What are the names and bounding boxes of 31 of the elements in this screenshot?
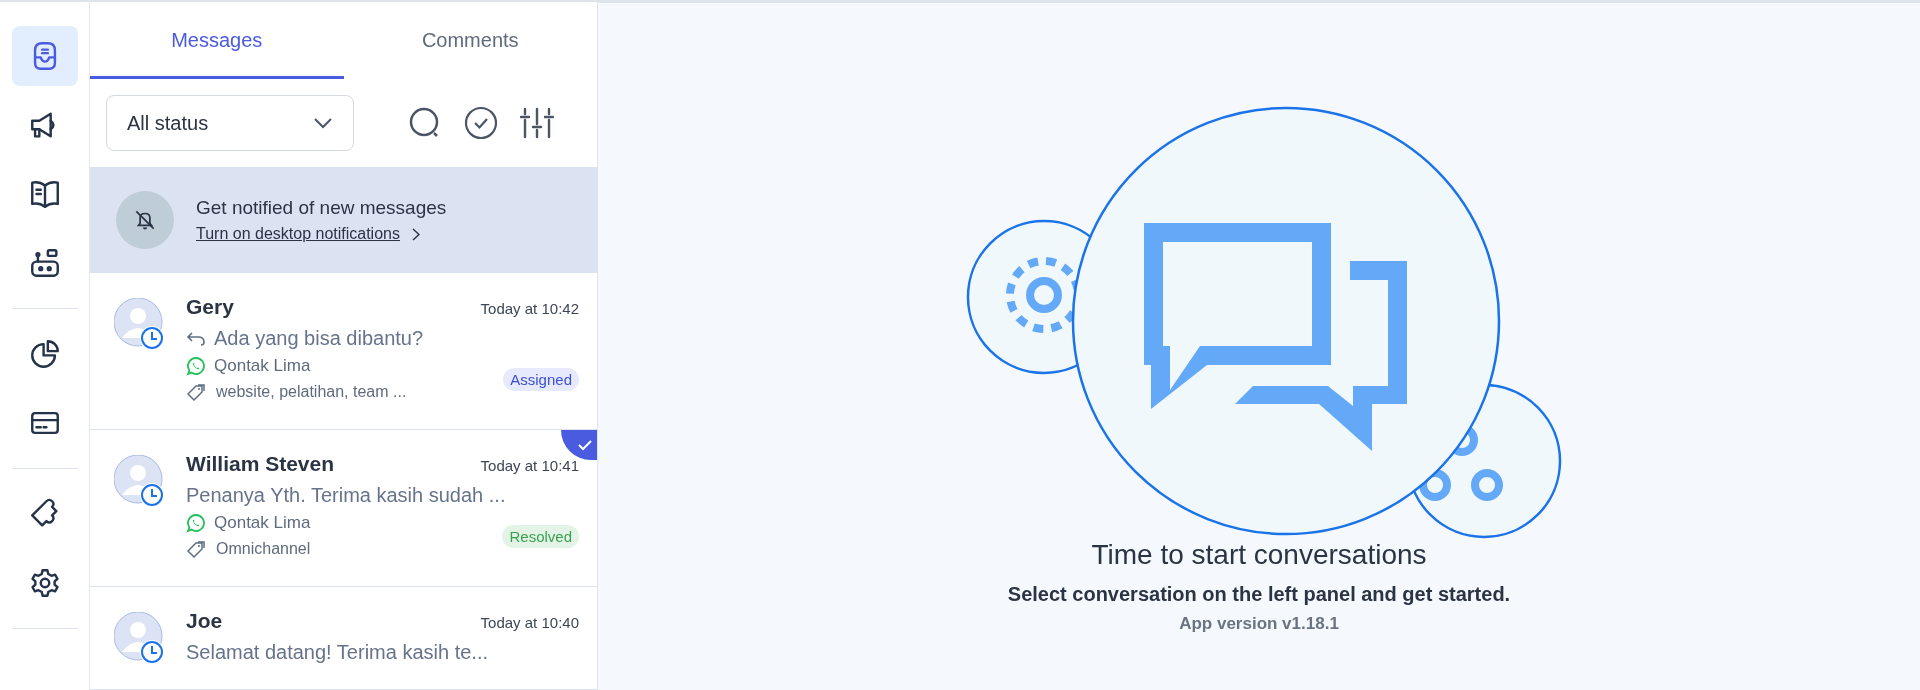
- banner-title: Get notified of new messages: [196, 197, 447, 219]
- contact-name: William Steven: [186, 452, 335, 476]
- message-time: Today at 10:42: [480, 300, 579, 317]
- channel-name: Qontak Lima: [214, 356, 311, 376]
- conversation-item[interactable]: Joe Today at 10:40 Selamat datang! Terima kasih te...: [90, 587, 597, 689]
- message-preview: Ada yang bisa dibantu?: [214, 327, 424, 350]
- whatsapp-icon: [186, 356, 206, 376]
- tag-list: website, pelatihan, team ...: [216, 383, 407, 401]
- chevron-down-icon: [313, 117, 333, 129]
- whatsapp-icon: [186, 513, 206, 533]
- empty-state-title: Time to start conversations: [1091, 539, 1427, 571]
- status-badge: Resolved: [502, 524, 579, 548]
- contact-name: Joe: [186, 609, 223, 633]
- tag-icon: [186, 539, 208, 559]
- tag-icon: [186, 382, 208, 402]
- message-preview: Selamat datang! Terima kasih te...: [186, 641, 488, 664]
- channel-name: Qontak Lima: [214, 513, 311, 533]
- nav-button[interactable]: [11, 26, 78, 86]
- empty-state-subtitle: Select conversation on the left panel and get started.: [1007, 583, 1511, 606]
- status-badge: Assigned: [503, 367, 579, 391]
- app-version: App version v1.18.1: [1179, 614, 1339, 634]
- status-dropdown[interactable]: All status: [106, 95, 354, 151]
- tag-list: Omnichannel: [216, 540, 311, 558]
- message-time: Today at 10:40: [480, 614, 579, 631]
- conversation-item[interactable]: Gery Today at 10:42 Ada yang bisa dibantu? Qontak Lima website, pelatihan, team ... Assigned: [90, 273, 597, 430]
- message-time: Today at 10:41: [480, 457, 579, 474]
- message-preview: Penanya Yth. Terima kasih sudah ...: [186, 484, 506, 507]
- chevron-right-icon: [411, 227, 420, 241]
- contact-name: Gery: [186, 295, 234, 319]
- desktop-notifications-link[interactable]: Turn on desktop notifications: [196, 225, 447, 243]
- conversation-item[interactable]: William Steven Today at 10:41 Penanya Yth. Terima kasih sudah ... Qontak Lima Omnichannel Resolved: [90, 430, 597, 587]
